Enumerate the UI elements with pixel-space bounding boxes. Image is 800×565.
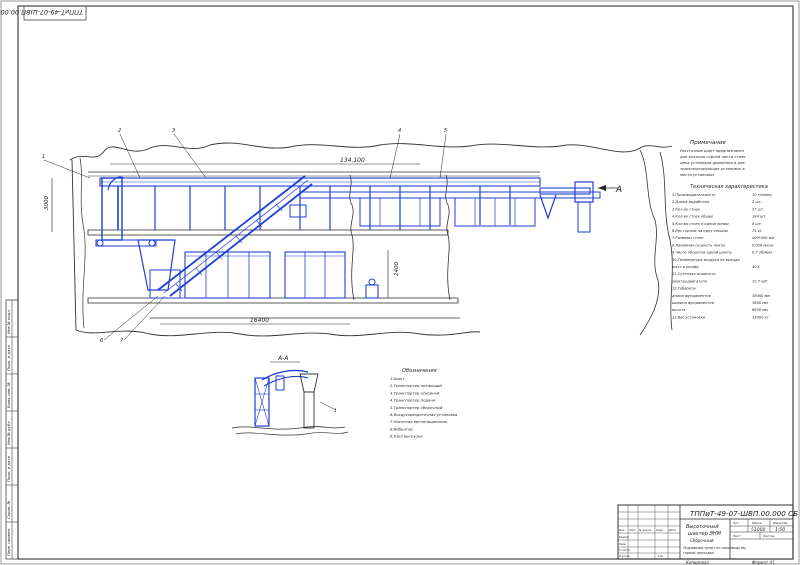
tb-date: Дата	[668, 528, 676, 532]
tech-row-label: 13.Вес установки	[672, 315, 706, 319]
legend-item: 4.Транспортер подачи	[390, 398, 436, 403]
tb-list: Лист	[628, 528, 636, 532]
legend-item: 8.Вибратор	[390, 426, 413, 431]
callout-5: 5	[444, 128, 447, 134]
side-label-3: Инв.№ дубл.	[6, 420, 11, 445]
title-code: ТППиТ-49-07-ШВП.00.000 СБ	[690, 509, 798, 518]
notes-line-0: Расстояние шахт предназначен	[680, 148, 745, 153]
tech-row-label: 3.Кол-во стоек	[672, 207, 701, 211]
tb-org-1: Подземный пункт по производству	[683, 546, 747, 550]
tech-row-label: 5.Кол-во стоек в одной линии	[672, 222, 729, 226]
tech-row-label: 9.Число оборотов одной шахты	[672, 251, 732, 255]
tb-razrab: Разраб.	[619, 535, 629, 539]
tb-utv: Утв.	[658, 554, 664, 558]
callout-3: 3	[172, 128, 175, 134]
tech-row-value: 400*400 мм	[752, 236, 774, 240]
callout-6: 6	[100, 338, 103, 344]
callout-1: 1	[42, 154, 45, 160]
tb-format: Формат А1	[752, 560, 775, 565]
tb-doc: № докум.	[638, 529, 652, 532]
tb-sheet: Лист	[732, 534, 741, 538]
tech-row-value: 2 шт.	[752, 200, 762, 204]
tech-row-value: 184 шт.	[752, 215, 767, 219]
tb-name-1: Высоточный	[686, 524, 719, 530]
tech-row-label: электродвигателя	[672, 279, 708, 283]
tech-row-value: 10 т/смену	[752, 193, 773, 197]
tb-lit: Лит.	[732, 521, 740, 525]
tech-row-label: шахт в шкафу	[672, 265, 700, 269]
tech-row-label: 10.Температура воздуха на выходе	[672, 258, 740, 262]
legend-item: 5.Транспортер сборочный	[390, 405, 443, 410]
tb-tkontr: Т.контр.	[619, 548, 630, 552]
tech-row-label: высота	[672, 308, 685, 312]
tb-mass: 51000	[751, 527, 765, 533]
callout-2: 2	[118, 128, 121, 134]
tech-row-label: длина фундаментов	[671, 294, 711, 298]
tech-row-label: 7.Размеры стоек	[672, 236, 704, 240]
tb-prov: Пров.	[619, 542, 627, 546]
tech-row-value: 40 С	[752, 265, 761, 269]
tech-row-label: 6.Вес горной на одну секцию	[672, 229, 728, 233]
tech-row-value: 0.026 м/сек	[752, 243, 775, 247]
tb-izm: Изм.	[619, 528, 625, 532]
tech-row-label: 12.Габариты	[672, 287, 696, 291]
tb-scale: 1:50	[775, 527, 785, 533]
tb-mass-head: Масса	[752, 521, 762, 525]
tech-heading: Техническая характеристика	[690, 184, 768, 190]
side-label-6: Перв. примен.	[6, 527, 11, 556]
tech-row-value: 27 шт.	[752, 207, 764, 211]
notes-line-2: цеха установки движения в цех	[680, 160, 745, 165]
dim-upper-height: 3000	[44, 196, 50, 210]
tb-copied: Копировал	[686, 560, 709, 565]
top-stamp-code: ТППиТ-49-07-ШВП.00.000 СБ	[0, 8, 83, 16]
legend-item: 6.Воздухораздаточная установка	[390, 412, 458, 417]
side-label-4: Подп. и дата	[6, 455, 11, 482]
legend-item: 3.Транспортер основной	[390, 390, 440, 395]
side-label-5: Справ. №	[6, 500, 11, 519]
legend-item: 1.Шахт	[390, 376, 405, 381]
legend-item: 9.Узел выгрузки	[390, 434, 423, 439]
tb-scale-head: Масштаб	[773, 521, 787, 525]
callout-4: 4	[398, 128, 401, 134]
side-label-1: Подп. и дата	[6, 344, 11, 371]
dim-bottom-length: 16400	[250, 317, 269, 324]
tech-row-value: 75 кг	[752, 229, 762, 233]
tech-row-label: 8.Линейная скорость ленты	[672, 243, 725, 247]
tech-row-value: 3600 мм	[752, 301, 768, 305]
tech-row-label: 1.Производительность	[672, 193, 715, 197]
tb-nkontr: Н.контр.	[619, 554, 631, 558]
notes-line-1: для высоких горной насти стоек	[679, 154, 746, 159]
tech-row-value: 33000 кг	[752, 315, 769, 319]
tb-sign: Подп.	[656, 528, 664, 532]
tech-row-value: 38000 мм	[752, 294, 770, 298]
tech-row-label: 2.Длина выработки	[672, 200, 710, 204]
tech-row-value: 8 шт.	[752, 222, 762, 226]
tb-sheets: Листов	[762, 534, 774, 538]
side-label-0: Инв.№ подл.	[6, 309, 11, 334]
tech-row-value: 10.7 кВт	[752, 279, 769, 283]
notes-line-3: транспортирующих установок в	[680, 166, 746, 171]
tb-name-3: Сборочный	[690, 538, 714, 543]
notes-line-4: места установки	[680, 172, 714, 177]
tech-row-label: 4.Кол-во стоек общее	[672, 215, 714, 219]
tb-org-2: горной проходки	[683, 551, 714, 555]
tech-row-value: 6930 мм	[752, 308, 768, 312]
tech-row-value: 0.7 об/мин	[752, 251, 773, 255]
section-label: А-А	[277, 355, 288, 362]
tb-name-2: шахтер ЭНМ	[688, 531, 722, 537]
tech-row-label: ширина фундаментов	[672, 301, 714, 305]
tech-row-label: 11.Суточная мощность	[672, 272, 716, 276]
notes-heading: Примечание	[690, 140, 727, 146]
legend-item: 7.Насосная вентиляционная	[390, 419, 448, 424]
view-arrow-label: А	[615, 185, 622, 195]
section-callout: 1	[334, 408, 337, 414]
side-label-2: Взам. инв. №	[6, 382, 11, 408]
legend-heading: Обозначения	[402, 368, 437, 374]
dim-lower-height: 2400	[394, 262, 400, 276]
dim-total-length: 134.100	[340, 157, 365, 164]
legend-item: 2.Транспортер питающий	[390, 383, 442, 388]
drawing-sheet: ТППиТ-49-07-ШВП.00.000 СБ Инв.№ подл. По…	[0, 0, 800, 565]
